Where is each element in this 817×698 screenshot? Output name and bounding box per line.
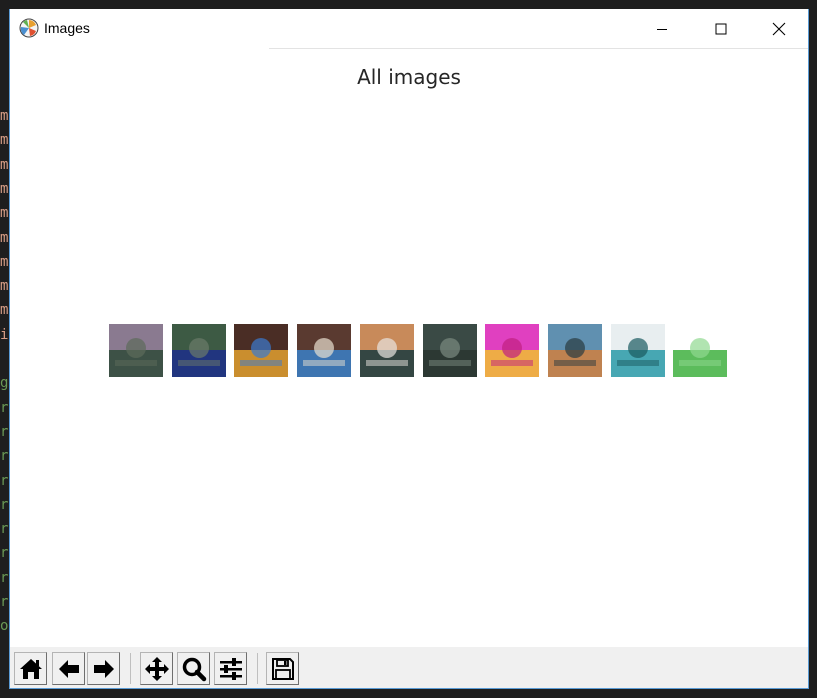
jurassic-park-image bbox=[172, 324, 226, 377]
logo-collection-image bbox=[234, 324, 288, 377]
configure-subplots-button[interactable] bbox=[214, 652, 247, 685]
close-icon bbox=[772, 22, 786, 35]
zoom-button[interactable] bbox=[177, 652, 210, 685]
images-window: Images All images bbox=[9, 9, 809, 689]
keep-calm-image bbox=[485, 324, 539, 377]
floppy-disk-icon bbox=[271, 657, 294, 680]
toolbar-separator bbox=[130, 653, 131, 684]
move-icon bbox=[144, 656, 169, 681]
pan-button[interactable] bbox=[140, 652, 173, 685]
back-button[interactable] bbox=[52, 652, 85, 685]
forward-button[interactable] bbox=[87, 652, 120, 685]
mountain-meadow-image bbox=[109, 324, 163, 377]
maximize-icon bbox=[715, 23, 727, 34]
dark-forest-image bbox=[423, 324, 477, 377]
turquoise-river-image bbox=[611, 324, 665, 377]
minimize-icon bbox=[657, 28, 667, 30]
close-button[interactable] bbox=[756, 9, 802, 48]
arrow-left-icon bbox=[58, 659, 79, 678]
arrow-right-icon bbox=[93, 659, 114, 678]
window-title: Images bbox=[44, 20, 90, 36]
autumn-lake-image bbox=[360, 324, 414, 377]
sunset-coast-image bbox=[548, 324, 602, 377]
figure-canvas[interactable]: All images bbox=[10, 49, 808, 647]
navigation-toolbar bbox=[10, 647, 808, 688]
home-button[interactable] bbox=[14, 652, 47, 685]
icon-collection-image bbox=[297, 324, 351, 377]
toolbar-separator bbox=[257, 653, 258, 684]
save-button[interactable] bbox=[266, 652, 299, 685]
green-tree-image bbox=[673, 324, 727, 377]
app-icon bbox=[19, 18, 39, 38]
minimize-button[interactable] bbox=[639, 9, 685, 48]
maximize-button[interactable] bbox=[698, 9, 744, 48]
figure-title: All images bbox=[357, 65, 461, 89]
home-icon bbox=[19, 658, 42, 679]
title-bar[interactable]: Images bbox=[10, 9, 808, 48]
sliders-icon bbox=[219, 657, 242, 680]
magnifier-icon bbox=[182, 657, 206, 681]
